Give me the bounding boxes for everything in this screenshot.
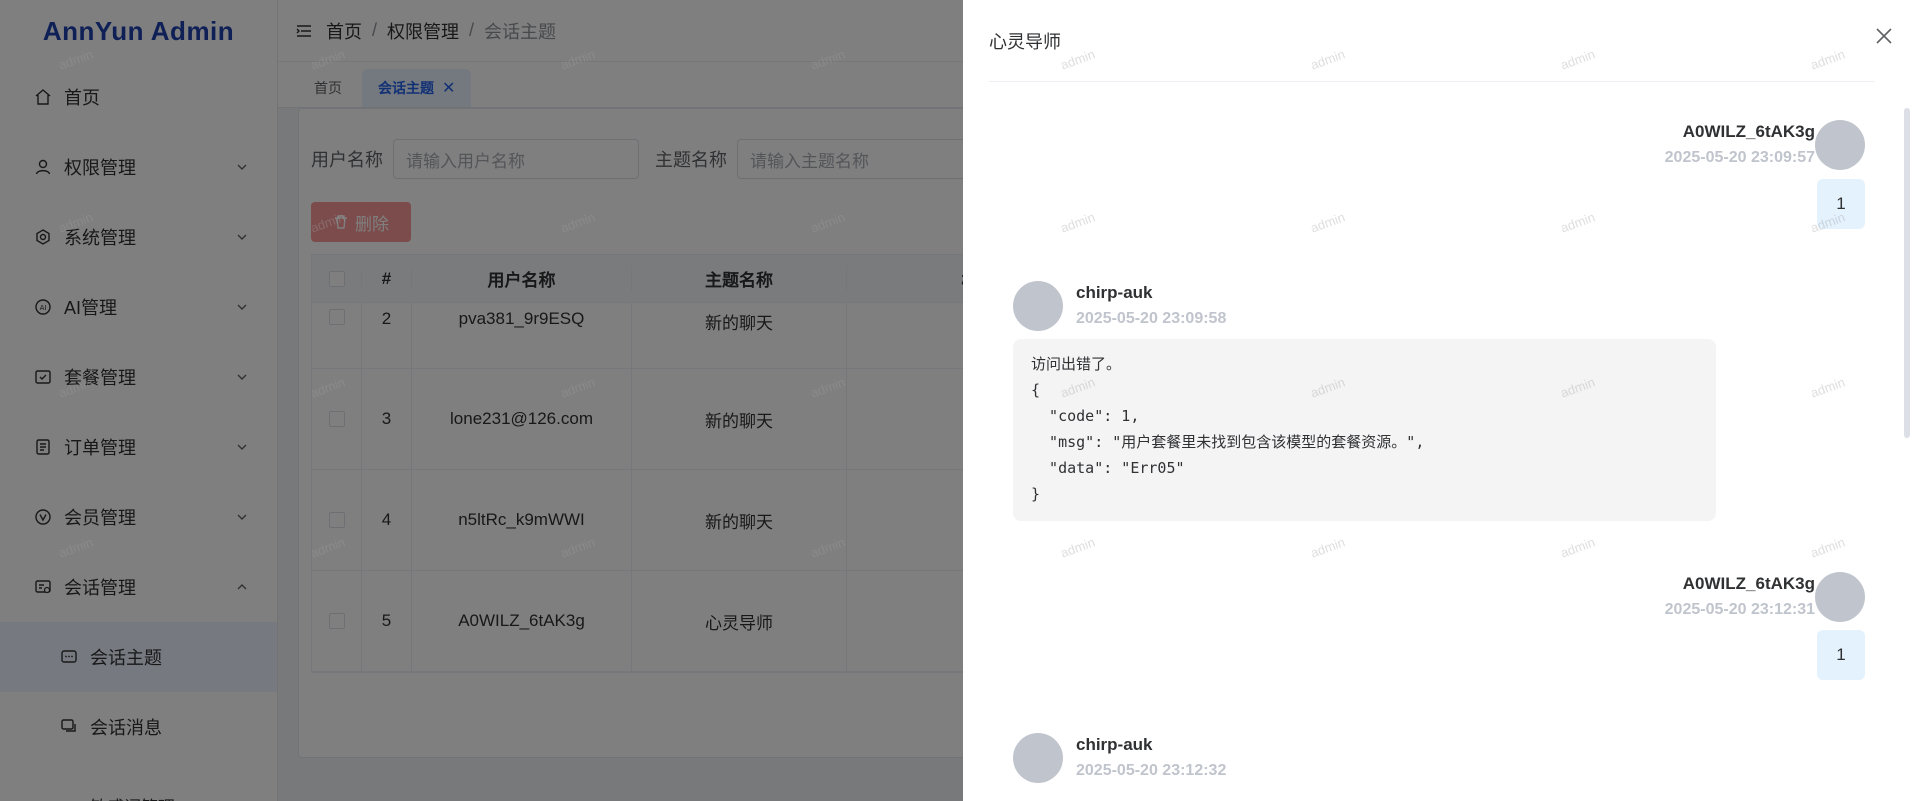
message-bubble: 1: [1817, 630, 1865, 680]
message-sender: chirp-auk: [1076, 283, 1153, 302]
avatar: [1013, 733, 1063, 783]
avatar: [1815, 572, 1865, 622]
message-time: 2025-05-20 23:09:57: [1664, 149, 1815, 166]
message-sender: chirp-auk: [1076, 735, 1153, 754]
message-time: 2025-05-20 23:12:31: [1664, 601, 1815, 618]
message-sender: A0WILZ_6tAK3g: [1682, 574, 1815, 593]
drawer-header: 心灵导师: [989, 0, 1874, 82]
avatar: [1815, 120, 1865, 170]
message-time: 2025-05-20 23:09:58: [1076, 310, 1227, 327]
message-sender: A0WILZ_6tAK3g: [1682, 122, 1815, 141]
message-bubble: 1: [1817, 179, 1865, 229]
drawer-scrollbar[interactable]: [1904, 108, 1910, 438]
drawer-title: 心灵导师: [989, 31, 1061, 52]
message-text: 访问出错了。: [1031, 355, 1122, 373]
message-time: 2025-05-20 23:12:32: [1076, 762, 1227, 779]
avatar: [1013, 281, 1063, 331]
message-bubble: 访问出错了。 { "code": 1, "msg": "用户套餐里未找到包含该模型…: [1013, 339, 1716, 521]
chat-drawer: 心灵导师 A0WILZ_6tAK3g 2025-05-20 23:09:57 1…: [963, 0, 1920, 801]
close-icon[interactable]: [1874, 26, 1894, 46]
message-code: { "code": 1, "msg": "用户套餐里未找到包含该模型的套餐资源。…: [1031, 381, 1425, 503]
